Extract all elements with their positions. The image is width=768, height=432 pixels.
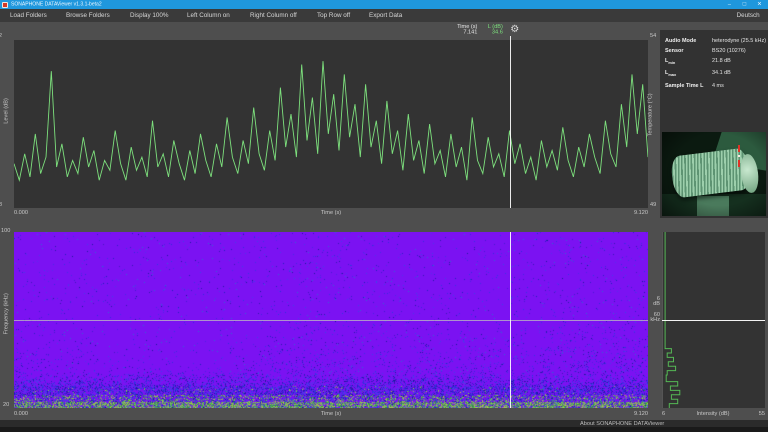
title-bar: SONAPHONE DATAViewer v1.3.1-beta2 – □ ✕	[0, 0, 768, 9]
menu-item-language[interactable]: Deutsch	[737, 10, 760, 22]
temp-axis-max-tick: 54	[650, 33, 656, 39]
spec-x-max-tick: 9.120	[624, 411, 648, 417]
photo-vignette	[662, 132, 766, 216]
cursor-time-value: 7.141	[463, 30, 477, 36]
about-link[interactable]: About SONAPHONE DATAViewer	[580, 421, 664, 427]
info-value: 34.1 dB	[712, 70, 756, 77]
menu-item-right-column[interactable]: Right Column off	[250, 12, 297, 18]
menu-item-export-data[interactable]: Export Data	[369, 12, 402, 18]
settings-gear-icon[interactable]: ⚙	[510, 25, 519, 35]
frequency-marker-line[interactable]	[14, 320, 648, 321]
intensity-x-max-tick: 55	[745, 411, 765, 417]
top-chart-x-min-tick: 0.000	[14, 210, 28, 216]
minimize-button[interactable]: –	[724, 1, 734, 8]
app-icon	[2, 2, 8, 8]
marker-frequency-label: 60kHz	[641, 313, 660, 323]
menu-item-display-100[interactable]: Display 100%	[130, 12, 169, 18]
info-row-sample-time: Sample Time L 4 ms	[665, 83, 768, 90]
temp-axis-min-tick: 49	[650, 202, 656, 208]
cursor-level-value: 34.6	[492, 30, 503, 36]
intensity-x-min-tick: 6	[662, 411, 665, 417]
window-title: SONAPHONE DATAViewer v1.3.1-beta2	[11, 2, 102, 7]
spec-x-min-tick: 0.000	[14, 411, 28, 417]
info-label: Lmax	[665, 70, 702, 77]
info-row-lmax: Lmax 34.1 dB	[665, 70, 768, 79]
info-label: Sensor	[665, 48, 702, 53]
top-chart-x-label: Time (s)	[307, 210, 355, 216]
info-value: heterodyne (25.5 kHz)	[712, 38, 766, 43]
time-cursor-line-top[interactable]	[510, 36, 511, 208]
info-label: Audio Mode	[665, 38, 702, 43]
info-value: BS20 (10276)	[712, 48, 756, 53]
info-row-lmin: Lmin 21.8 dB	[665, 58, 768, 67]
menu-item-left-column[interactable]: Left Column on	[187, 12, 230, 18]
top-chart-x-max-tick: 9.120	[624, 210, 648, 216]
freq-axis-min-tick: 20	[3, 402, 9, 408]
info-label: Lmin	[665, 58, 702, 65]
info-row-audio-mode: Audio Mode heterodyne (25.5 kHz)	[665, 38, 768, 45]
temp-axis-label: Temperature (°C)	[648, 93, 654, 136]
info-row-sensor: Sensor BS20 (10276)	[665, 48, 768, 55]
freq-axis-label: Frequency (kHz)	[4, 293, 10, 334]
bottom-edge-strip	[0, 427, 768, 432]
marker-intensity-label: 6dB	[641, 297, 660, 307]
close-button[interactable]: ✕	[754, 1, 764, 8]
maximize-button[interactable]: □	[739, 1, 749, 8]
frequency-marker-line-profile[interactable]	[662, 320, 765, 321]
level-axis-max-tick: 45.2	[0, 33, 2, 39]
level-axis-min-tick: 19.8	[0, 202, 2, 208]
intensity-x-label: Intensity (dB)	[689, 411, 737, 417]
motor-photo	[662, 132, 766, 216]
level-time-chart[interactable]	[14, 40, 648, 208]
menu-item-load-folders[interactable]: Load Folders	[10, 12, 47, 18]
info-value: 21.8 dB	[712, 58, 756, 65]
spec-x-label: Time (s)	[307, 411, 355, 417]
time-cursor-line-bottom[interactable]	[510, 232, 511, 408]
level-waveform	[14, 40, 648, 208]
menu-item-top-row[interactable]: Top Row off	[317, 12, 350, 18]
menu-bar: Load Folders Browse Folders Display 100%…	[0, 9, 768, 22]
level-axis-label: Level (dB)	[4, 98, 10, 124]
info-value: 4 ms	[712, 83, 756, 88]
info-label: Sample Time L	[665, 83, 702, 88]
freq-axis-max-tick: 100	[1, 228, 10, 234]
menu-item-browse-folders[interactable]: Browse Folders	[66, 12, 110, 18]
